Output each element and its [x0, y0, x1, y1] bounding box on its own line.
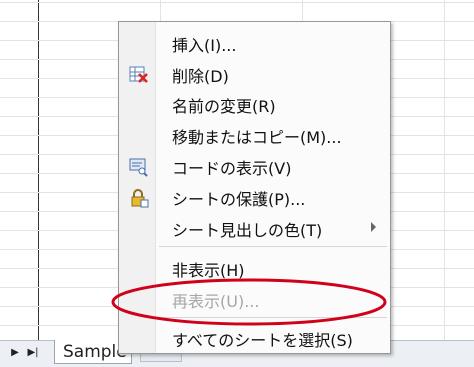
view-code-icon: [129, 157, 148, 177]
menu-item-label: 再表示(U)...: [172, 292, 260, 311]
menu-item-label: すべてのシートを選択(S): [172, 331, 353, 350]
menu-item-label: シート見出しの色(T): [172, 221, 323, 240]
next-sheet-icon: ▶: [11, 346, 19, 358]
menu-item-label: シートの保護(P)...: [172, 190, 306, 209]
row-divider: [0, 2, 474, 3]
menu-item-label: 挿入(I)...: [172, 36, 237, 55]
column-divider: [38, 0, 39, 340]
menu-item-insert[interactable]: 挿入(I)...: [119, 29, 390, 57]
column-divider: [444, 0, 445, 340]
sheet-context-menu: 挿入(I)... 削除(D) 名前の変更(R) 移動またはコピー(M)... コ…: [118, 21, 391, 354]
submenu-arrow-icon: [371, 222, 376, 232]
menu-item-label: 非表示(H): [172, 261, 245, 280]
menu-item-tab-color[interactable]: シート見出しの色(T): [119, 214, 390, 242]
last-sheet-icon: ▶|: [27, 346, 39, 358]
menu-item-select-all-sheets[interactable]: すべてのシートを選択(S): [119, 324, 390, 352]
menu-item-view-code[interactable]: コードの表示(V): [119, 152, 390, 180]
menu-separator: [159, 317, 387, 318]
menu-item-label: 削除(D): [172, 67, 229, 86]
menu-item-protect-sheet[interactable]: シートの保護(P)...: [119, 183, 390, 211]
menu-item-move-copy[interactable]: 移動またはコピー(M)...: [119, 121, 390, 149]
next-sheet-button[interactable]: ▶: [8, 343, 22, 361]
menu-item-hide[interactable]: 非表示(H): [119, 254, 390, 282]
menu-item-rename[interactable]: 名前の変更(R): [119, 90, 390, 118]
menu-separator: [159, 246, 387, 247]
lock-icon: [129, 188, 149, 208]
menu-item-label: 名前の変更(R): [172, 97, 276, 116]
menu-item-delete[interactable]: 削除(D): [119, 60, 390, 88]
menu-item-label: コードの表示(V): [172, 159, 292, 178]
delete-sheet-icon: [129, 65, 148, 83]
menu-item-unhide: 再表示(U)...: [119, 285, 390, 313]
last-sheet-button[interactable]: ▶|: [26, 343, 40, 361]
menu-item-label: 移動またはコピー(M)...: [172, 128, 342, 147]
